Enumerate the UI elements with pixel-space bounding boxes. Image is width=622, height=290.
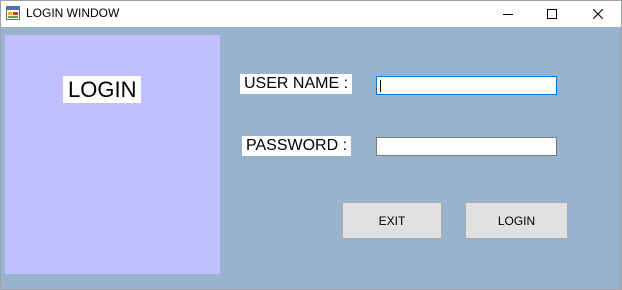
username-field[interactable] xyxy=(376,76,557,95)
login-side-panel: LOGIN xyxy=(5,35,220,274)
maximize-icon xyxy=(547,8,557,19)
close-button[interactable] xyxy=(575,1,621,26)
login-button[interactable]: LOGIN xyxy=(465,202,568,239)
form-client-area: LOGIN USER NAME : PASSWORD : EXIT LOGIN xyxy=(1,27,621,289)
exit-button[interactable]: EXIT xyxy=(342,202,442,239)
text-caret xyxy=(380,80,381,92)
password-label: PASSWORD : xyxy=(242,136,352,156)
minimize-icon xyxy=(503,13,513,15)
maximize-button[interactable] xyxy=(529,1,575,26)
login-window: LOGIN WINDOW LOGIN USER NAME : PASSWORD … xyxy=(0,0,622,290)
window-title: LOGIN WINDOW xyxy=(26,6,120,20)
app-form-icon xyxy=(6,6,20,20)
minimize-button[interactable] xyxy=(485,1,531,26)
title-bar[interactable]: LOGIN WINDOW xyxy=(1,1,621,26)
login-heading: LOGIN xyxy=(63,76,142,103)
username-label: USER NAME : xyxy=(240,74,353,94)
password-field[interactable] xyxy=(376,137,557,156)
close-icon xyxy=(593,8,603,19)
